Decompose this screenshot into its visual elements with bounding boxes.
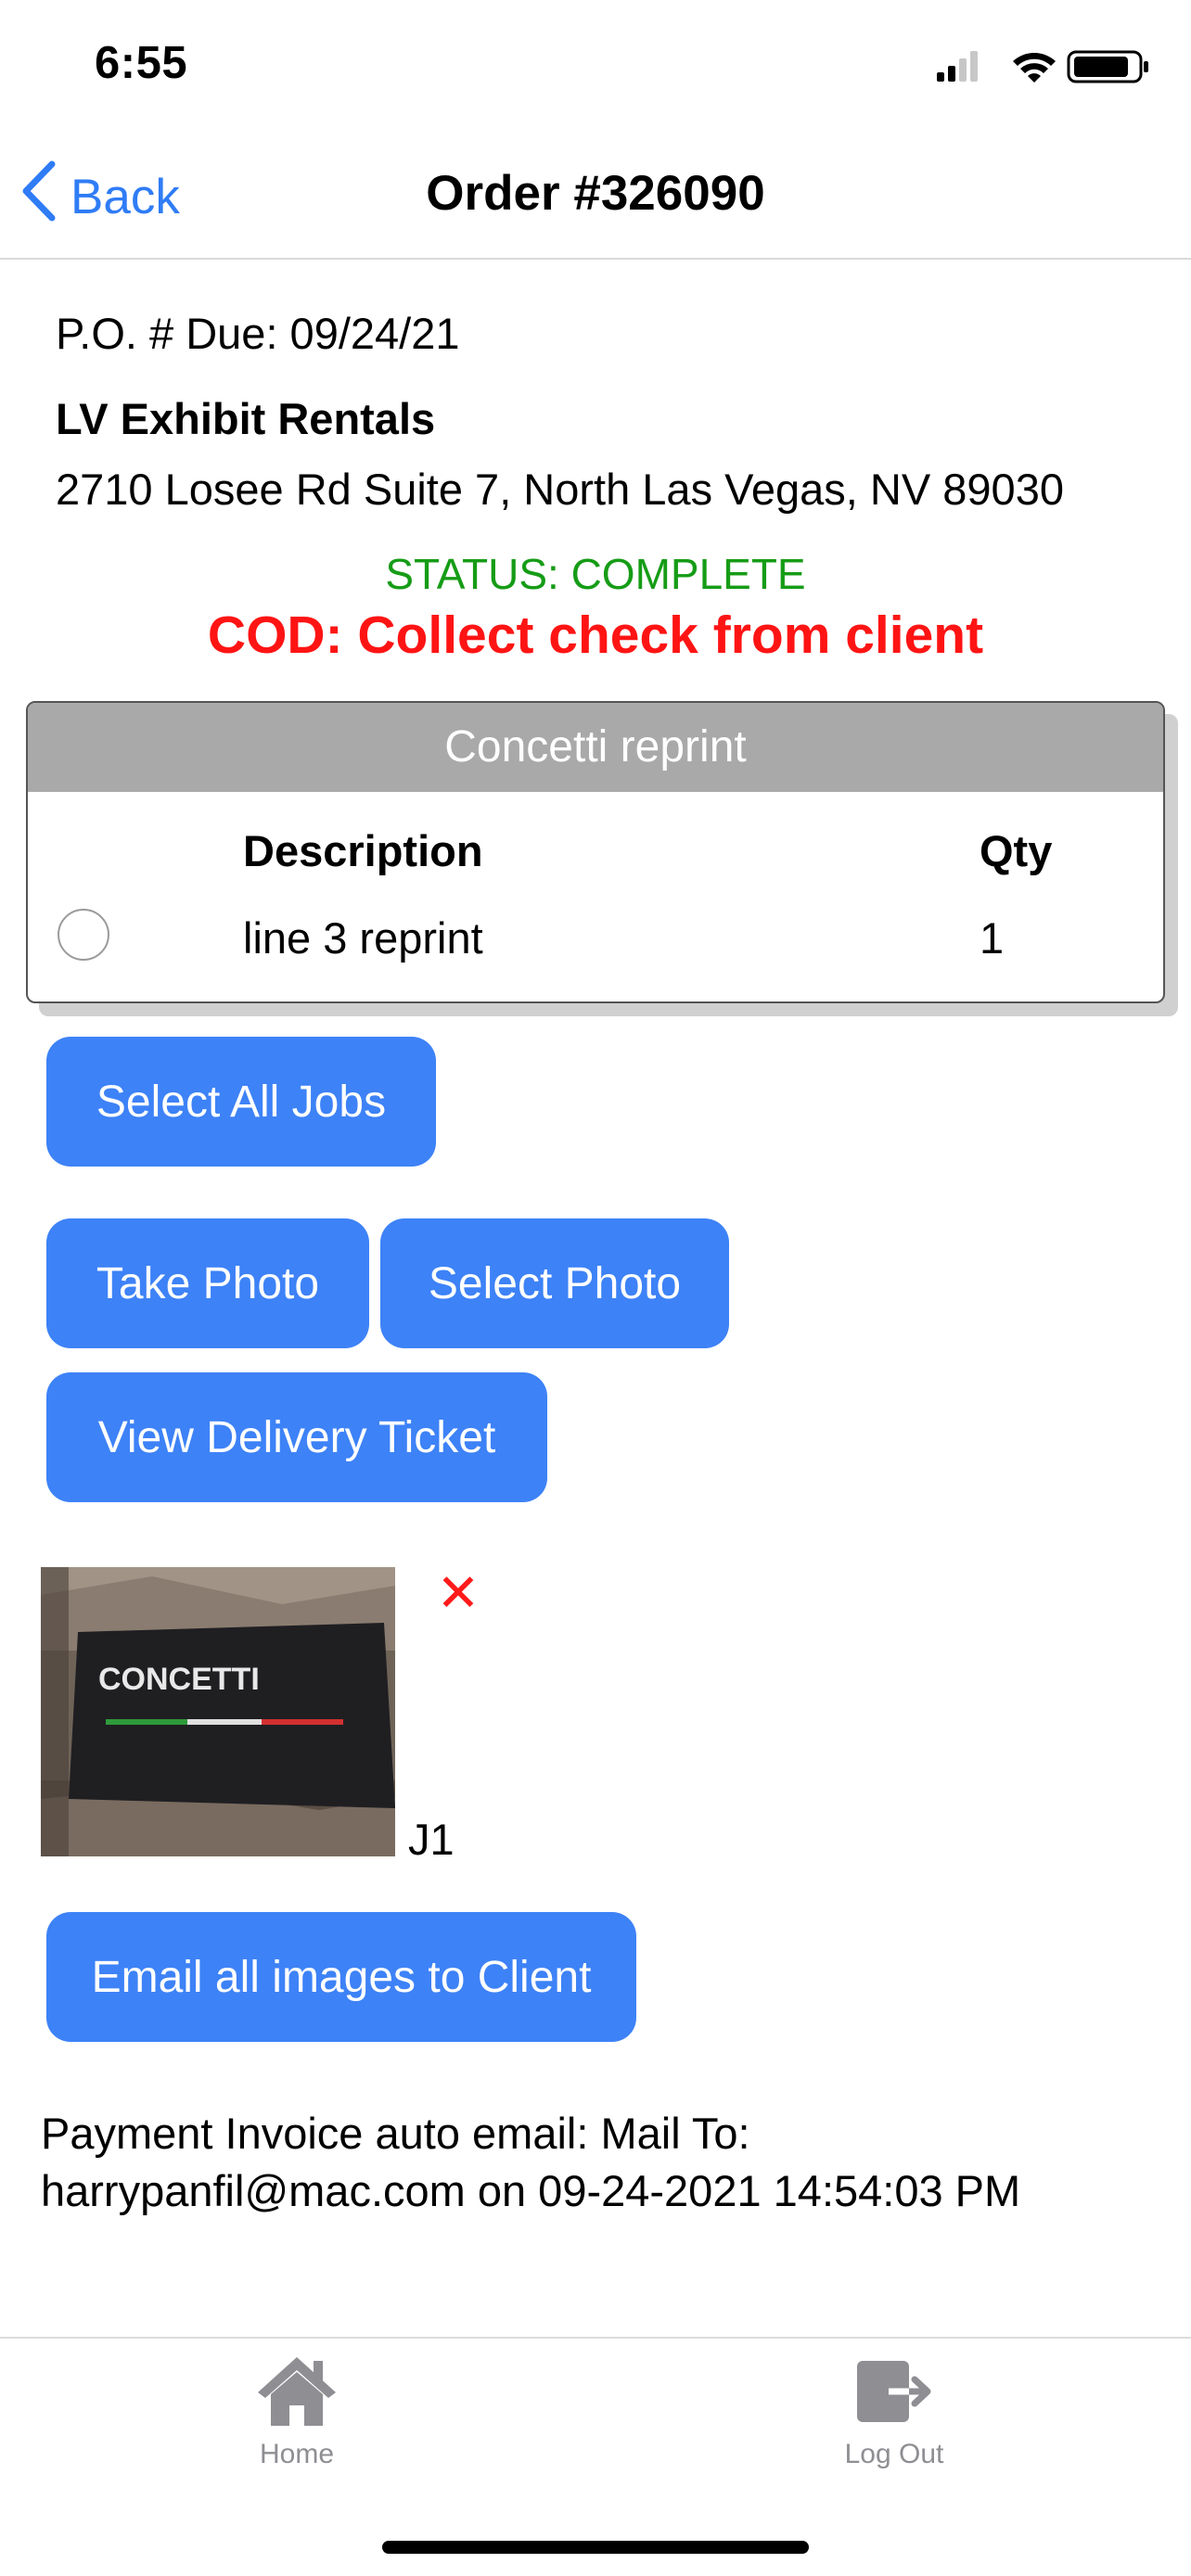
- page-title: Order #326090: [426, 166, 765, 221]
- invoice-email-note: Payment Invoice auto email: Mail To: har…: [41, 2105, 1154, 2220]
- battery-icon: [1067, 50, 1148, 83]
- company-address: 2710 Losee Rd Suite 7, North Las Vegas, …: [56, 465, 1064, 514]
- take-photo-button[interactable]: Take Photo: [46, 1218, 369, 1348]
- close-x-icon[interactable]: ✕: [432, 1567, 484, 1619]
- nav-divider: [0, 258, 1191, 260]
- photo-sign-text: CONCETTI: [98, 1662, 260, 1697]
- select-photo-button[interactable]: Select Photo: [380, 1218, 729, 1348]
- column-header-qty: Qty: [980, 826, 1053, 875]
- company-name: LV Exhibit Rentals: [56, 394, 436, 443]
- tab-home[interactable]: Home: [186, 2352, 408, 2470]
- status-icons: [937, 48, 1159, 85]
- po-due: P.O. # Due: 09/24/21: [56, 309, 460, 358]
- tab-home-label: Home: [259, 2439, 335, 2469]
- cellular-signal-icon: [937, 51, 978, 82]
- invoice-note-line-1: Payment Invoice auto email: Mail To:: [41, 2109, 750, 2158]
- home-indicator: [382, 2541, 809, 2554]
- status-time: 6:55: [95, 38, 188, 88]
- view-delivery-ticket-button[interactable]: View Delivery Ticket: [46, 1372, 547, 1502]
- email-all-images-button[interactable]: Email all images to Client: [46, 1912, 636, 2042]
- job-row-description: line 3 reprint: [243, 913, 483, 963]
- tab-logout-label: Log Out: [844, 2439, 944, 2469]
- photo-label: J1: [408, 1815, 455, 1864]
- order-status: STATUS: COMPLETE: [385, 550, 806, 598]
- job-card-header: Concetti reprint: [28, 703, 1163, 792]
- tab-logout[interactable]: Log Out: [783, 2352, 1005, 2470]
- select-all-jobs-button[interactable]: Select All Jobs: [46, 1037, 436, 1167]
- column-header-description: Description: [243, 826, 483, 875]
- job-select-radio[interactable]: [58, 909, 109, 961]
- wifi-icon: [1013, 53, 1056, 83]
- house-icon: [186, 2352, 408, 2429]
- job-card: Concetti reprint Description Qty line 3 …: [26, 701, 1165, 1003]
- job-photo-thumbnail[interactable]: CONCETTI: [41, 1567, 395, 1856]
- logout-arrow-icon: [783, 2352, 1005, 2429]
- job-row-qty: 1: [980, 913, 1005, 963]
- invoice-note-line-2: harrypanfil@mac.com on 09-24-2021 14:54:…: [41, 2166, 1021, 2215]
- tabbar-divider: [0, 2337, 1191, 2339]
- cod-notice: COD: Collect check from client: [207, 606, 984, 665]
